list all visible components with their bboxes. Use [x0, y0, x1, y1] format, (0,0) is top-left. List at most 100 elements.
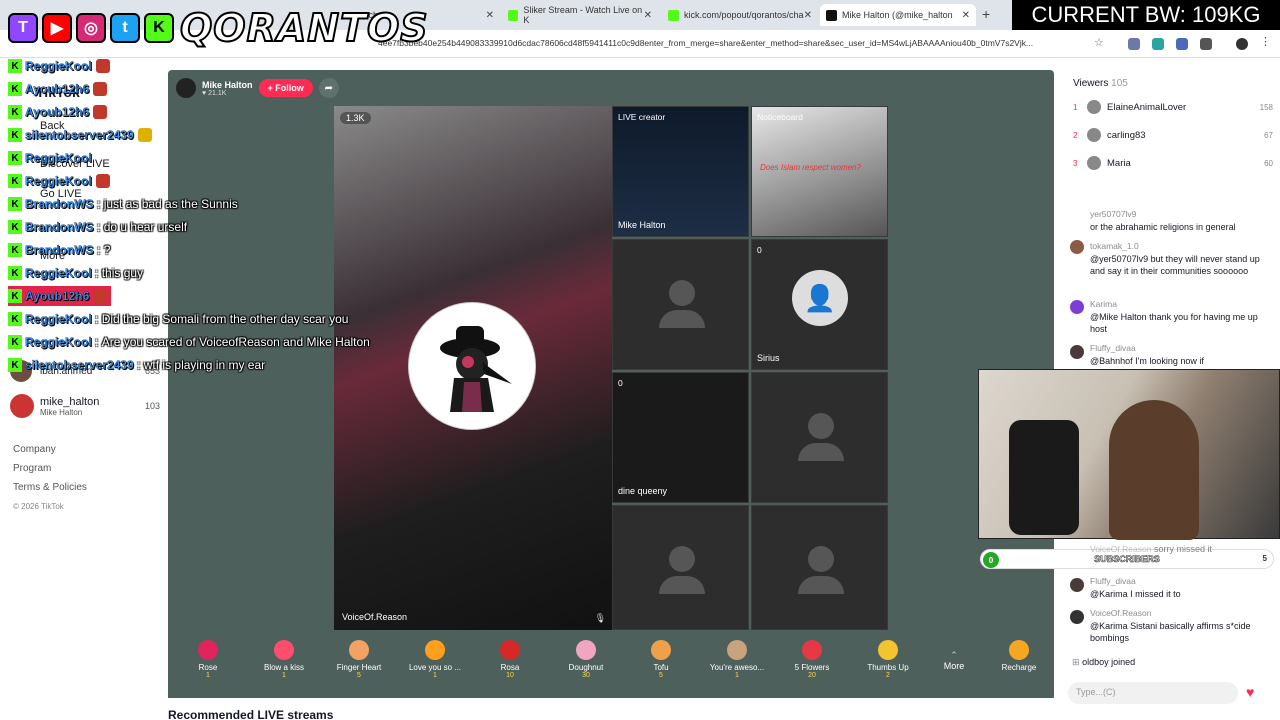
twitch-icon: T [8, 13, 38, 43]
recharge-button[interactable]: Recharge [984, 640, 1054, 672]
viewer-name: ElaineAnimalLover [1107, 101, 1187, 113]
kick-badge-icon: K [8, 197, 22, 211]
chat-username[interactable]: Karima [1090, 298, 1270, 311]
gift-item[interactable]: Finger Heart 5 [324, 640, 394, 679]
gaming-chair [1009, 420, 1079, 535]
guest-cell[interactable]: LIVE creator Mike Halton [612, 106, 749, 237]
emote-icon [95, 174, 110, 188]
browser-tab-active[interactable]: Mike Halton (@mike_halton ✕ [820, 4, 976, 26]
guest-cell[interactable]: Noticeboard Does Islam respect women? [751, 106, 888, 237]
overlay-chat-user: ReggieKool [25, 312, 92, 326]
top-viewer[interactable]: 1 ElaineAnimalLover 158 [1073, 100, 1273, 114]
gift-item[interactable]: Love you so ... 1 [400, 640, 470, 679]
viewer-name: Maria [1107, 157, 1131, 169]
close-tab-icon[interactable]: ✕ [486, 10, 494, 21]
host-name[interactable]: Mike Halton [202, 80, 253, 90]
overlay-chat-line: K ReggieKool : this guy [8, 263, 143, 283]
follow-button[interactable]: + Follow [258, 79, 313, 97]
overlay-chat-sep: : [91, 266, 102, 280]
gift-item[interactable]: Blow a kiss 1 [249, 640, 319, 679]
chat-text: @Mike Halton thank you for having me up … [1090, 311, 1258, 335]
new-tab-icon[interactable]: + [982, 6, 990, 22]
stage-guest-name: VoiceOf.Reason [342, 612, 408, 622]
chat-username[interactable]: Fluffy_divaa [1090, 575, 1270, 588]
avatar [1087, 156, 1101, 170]
footer-link-company[interactable]: Company [13, 440, 87, 459]
love-you-icon [425, 640, 445, 660]
overlay-chat-sep: : [91, 335, 102, 349]
gift-item[interactable]: Thumbs Up 2 [853, 640, 923, 679]
chat-message: yer50707lv9 or the abrahamic religions i… [1090, 208, 1270, 233]
live-room: Mike Halton ♥ 21.1K + Follow ➦ 1.3K Voic… [168, 70, 1054, 698]
chat-username[interactable]: VoiceOf.Reason [1090, 544, 1151, 554]
recommended-heading: Recommended LIVE streams [168, 708, 334, 720]
join-notice: ⊞ oldboy joined [1072, 656, 1272, 669]
guest-cell-empty[interactable] [612, 505, 749, 630]
guest-cell[interactable]: 0 dine queeny [612, 372, 749, 503]
guest-cell-empty[interactable] [751, 372, 888, 503]
overlay-chat-sep: : [133, 358, 144, 372]
footer-link-program[interactable]: Program [13, 459, 87, 478]
chat-input[interactable]: Type...(C) [1068, 682, 1238, 704]
close-tab-icon[interactable]: ✕ [644, 10, 652, 21]
gift-item[interactable]: Doughnut 30 [551, 640, 621, 679]
gift-item[interactable]: Tofu 5 [626, 640, 696, 679]
gift-price: 1 [433, 672, 437, 679]
extension-icon[interactable] [1128, 38, 1140, 50]
extension-icon[interactable] [1176, 38, 1188, 50]
join-username[interactable]: oldboy [1082, 657, 1109, 667]
guest-cell-empty[interactable] [751, 505, 888, 630]
main-guest-stage[interactable]: 1.3K VoiceOf.Reason 🎙 [334, 106, 612, 630]
kick-badge-icon: K [8, 151, 22, 165]
url-text[interactable]: 4ee7fb3beb40e254b449083339910d6cdac78606… [378, 38, 1033, 48]
overlay-chat-user: BrandonWS [25, 220, 94, 234]
footer-link-terms[interactable]: Terms & Policies [13, 478, 87, 497]
rose-icon [198, 640, 218, 660]
stage-viewer-count: 1.3K [340, 112, 371, 124]
guest-cell-empty[interactable] [612, 239, 749, 370]
top-viewer[interactable]: 2 carling83 67 [1073, 128, 1273, 142]
viewers-header[interactable]: Viewers 105 [1073, 78, 1128, 89]
browser-tab[interactable]: kick.com/popout/qorantos/cha ✕ [662, 4, 818, 26]
guest-cell[interactable]: 0 👤 Sirius [751, 239, 888, 370]
bookmark-star-icon[interactable]: ☆ [1094, 36, 1106, 49]
gift-item[interactable]: You're aweso... 1 [702, 640, 772, 679]
host-header: Mike Halton ♥ 21.1K + Follow ➦ [176, 78, 339, 98]
browser-tab[interactable]: Sliker Stream - Watch Live on K ✕ [502, 4, 658, 26]
gift-name: Thumbs Up [867, 663, 909, 672]
host-avatar[interactable] [176, 78, 196, 98]
extension-icon[interactable] [1152, 38, 1164, 50]
sidebar-footer: Company Program Terms & Policies © 2026 … [13, 440, 87, 516]
gift-item[interactable]: 5 Flowers 20 [777, 640, 847, 679]
more-gifts-button[interactable]: ⌃ More [919, 650, 989, 671]
share-icon[interactable]: ➦ [318, 78, 339, 98]
empty-seat-body [798, 576, 844, 594]
gift-name: Love you so ... [408, 663, 462, 672]
chat-username[interactable]: yer50707lv9 [1090, 208, 1270, 221]
top-viewer[interactable]: 3 Maria 60 [1073, 156, 1273, 170]
gift-bar: Rose 1 Blow a kiss 1 Finger Heart 5 Love yo… [168, 630, 1054, 698]
overlay-chat-user: ReggieKool [25, 335, 92, 349]
close-tab-icon[interactable]: ✕ [804, 10, 812, 21]
menu-kebab-icon[interactable]: ⋮ [1260, 35, 1272, 48]
kick-badge-icon: K [8, 335, 22, 349]
gift-item[interactable]: Rosa 10 [475, 640, 545, 679]
close-tab-icon[interactable]: ✕ [962, 10, 970, 21]
gift-item[interactable]: Rose 1 [173, 640, 243, 679]
chat-username[interactable]: Fluffy_divaa [1090, 342, 1270, 355]
chat-username[interactable]: VoiceOf.Reason [1090, 607, 1270, 620]
avatar [1070, 300, 1084, 314]
overlay-chat-user: ReggieKool [25, 151, 92, 165]
chat-message: Fluffy_divaa @Bahnhof I'm looking now if [1090, 342, 1270, 367]
overlay-chat-sep: : [93, 197, 104, 211]
overlay-chat-line: K ReggieKool [8, 148, 92, 168]
sidebar-account[interactable]: mike_halton Mike Halton 103 [10, 394, 160, 418]
overlay-chat-message: ? [103, 243, 111, 257]
chat-username[interactable]: tokamak_1.0 [1090, 240, 1270, 253]
extensions-puzzle-icon[interactable] [1200, 38, 1212, 50]
profile-avatar-icon[interactable] [1236, 38, 1248, 50]
gift-price: 5 [659, 672, 663, 679]
guest-name: dine queeny [618, 486, 668, 496]
coin-icon [1009, 640, 1029, 660]
heart-like-icon[interactable]: ♥ [1246, 684, 1254, 700]
